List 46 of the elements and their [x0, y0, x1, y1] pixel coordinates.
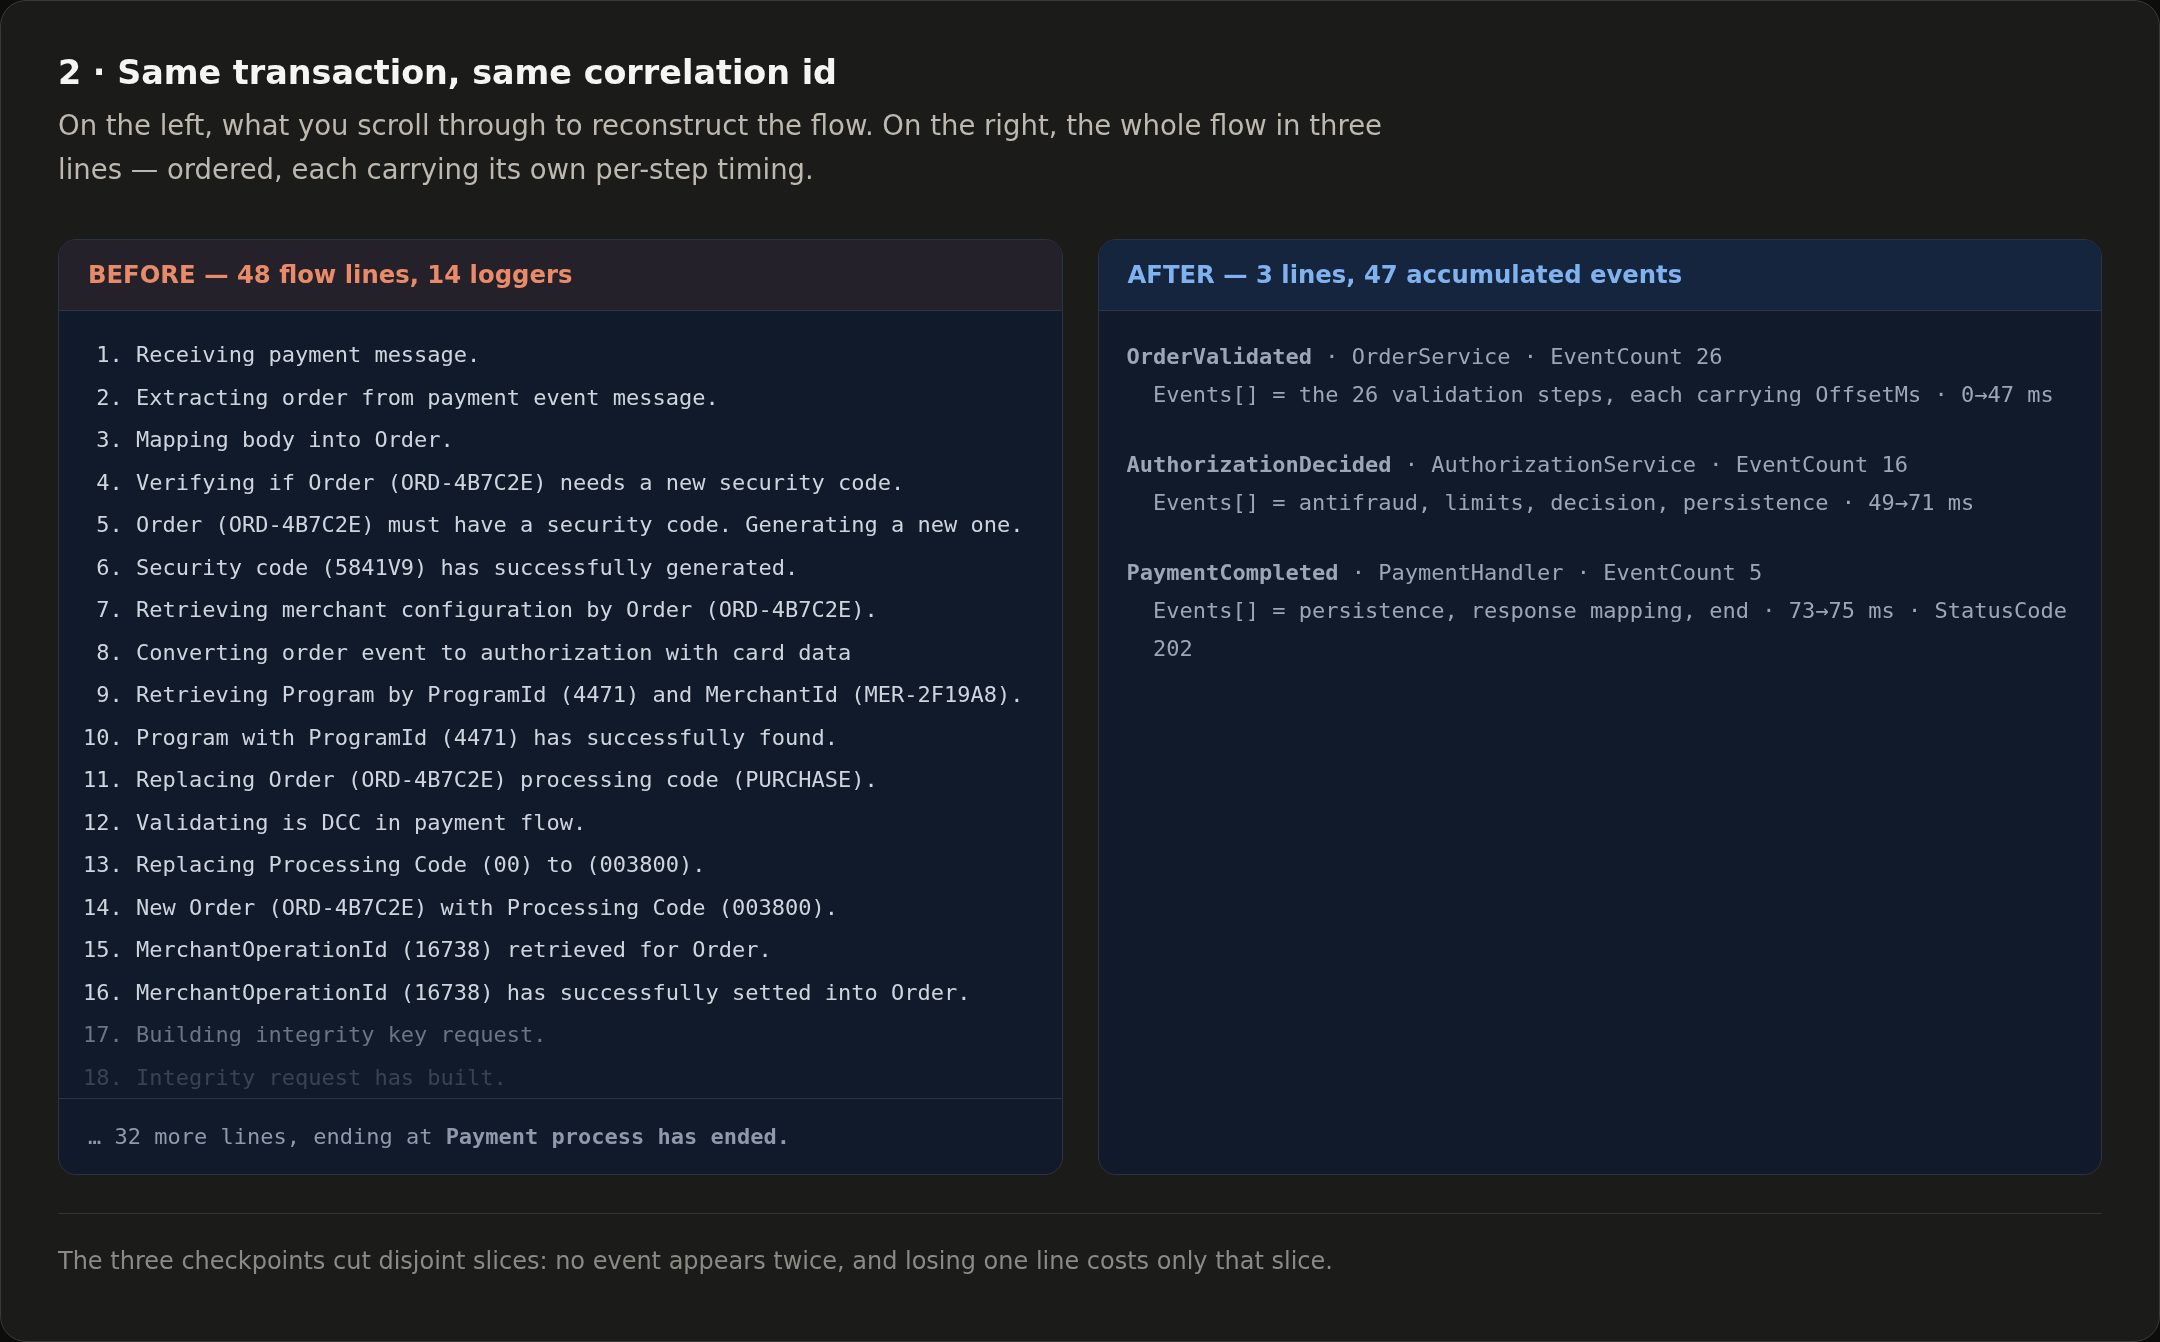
line-number: 17.: [83, 1021, 123, 1049]
log-line: Converting order event to authorization with card data: [135, 638, 852, 667]
log-line: Validating is DCC in payment flow.: [135, 808, 587, 837]
log-line: Retrieving merchant configuration by Order (ORD-4B7C2E).: [135, 596, 878, 624]
event-details: Events[] = antifraud, limits, decision, persistence · 49→71 ms: [1152, 489, 1976, 517]
line-number: 15.: [83, 936, 123, 964]
log-line: Program with ProgramId (4471) has successfully found.: [135, 723, 838, 752]
line-number: 2.: [95, 383, 123, 412]
line-number: 11.: [83, 766, 123, 794]
panel-title: AFTER — 3 lines, 47 accumulated events: [1127, 258, 1683, 291]
log-line: New Order (ORD-4B7C2E) with Processing Code (003800).: [135, 893, 838, 922]
line-number: 16.: [83, 978, 123, 1007]
line-number: 9.: [95, 681, 123, 709]
footnote: The three checkpoints cut disjoint slices: no event appears twice, and losing one line costs only that slice.: [58, 1246, 1333, 1277]
line-number: 5.: [95, 511, 123, 539]
log-line: MerchantOperationId (16738) has successfully setted into Order.: [135, 978, 971, 1007]
section-description: On the left, what you scroll through to reconstruct the flow. On the right, the whole flow in three lines — ordered, each carrying its own per-step timing.: [58, 108, 1383, 187]
panel-title: BEFORE — 48 flow lines, 14 loggers: [88, 258, 573, 291]
line-number: 4.: [95, 468, 123, 497]
log-line: Replacing Processing Code (00) to (003800).: [135, 851, 706, 879]
more-lines-note: … 32 more lines, ending at Payment process has ended.: [88, 1123, 790, 1151]
line-number: 6.: [95, 553, 123, 582]
line-number: 7.: [95, 596, 123, 624]
log-line: Retrieving Program by ProgramId (4471) and MerchantId (MER-2F19A8).: [135, 681, 1024, 709]
event-details: Events[] = persistence, response mapping, end · 73→75 ms · StatusCode 202: [1152, 597, 2068, 663]
log-line: Security code (5841V9) has successfully generated.: [135, 553, 799, 582]
log-line: Replacing Order (ORD-4B7C2E) processing code (PURCHASE).: [135, 766, 878, 794]
line-number: 12.: [83, 808, 123, 837]
log-line: Extracting order from payment event message.: [135, 383, 719, 412]
log-line: Receiving payment message.: [135, 341, 481, 369]
log-line: Verifying if Order (ORD-4B7C2E) needs a new security code.: [135, 468, 905, 497]
line-number: 1.: [95, 341, 123, 369]
event-summary: PaymentCompleted · PaymentHandler · EventCount 5: [1126, 559, 1764, 587]
line-number: 14.: [83, 893, 123, 922]
event-details: Events[] = the 26 validation steps, each carrying OffsetMs · 0→47 ms: [1152, 381, 2055, 409]
event-summary: AuthorizationDecided · AuthorizationService · EventCount 16: [1126, 451, 1909, 479]
section-title: 2 · Same transaction, same correlation id: [58, 52, 838, 94]
log-line: Order (ORD-4B7C2E) must have a security code. Generating a new one.: [135, 511, 1024, 539]
log-line: MerchantOperationId (16738) retrieved for Order.: [135, 936, 772, 964]
line-number: 13.: [83, 851, 123, 879]
log-line: Mapping body into Order.: [135, 426, 454, 454]
line-number: 3.: [95, 426, 123, 454]
log-line: Building integrity key request.: [135, 1021, 547, 1049]
line-number: 10.: [83, 723, 123, 752]
line-number: 8.: [95, 638, 123, 667]
event-summary: OrderValidated · OrderService · EventCount 26: [1126, 343, 1724, 371]
